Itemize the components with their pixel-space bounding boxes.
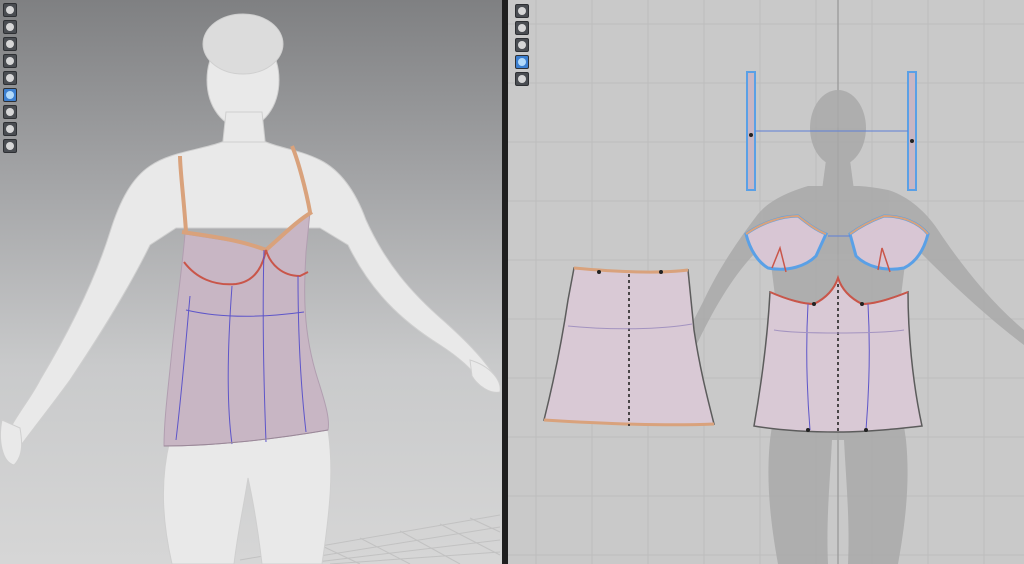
transform-pattern-icon — [518, 7, 526, 15]
pin-icon — [6, 74, 14, 82]
front-body-piece[interactable] — [543, 266, 715, 427]
pattern-canvas — [508, 0, 1024, 564]
edit-point-button[interactable] — [515, 21, 529, 35]
arrange-points-button[interactable] — [3, 37, 17, 51]
lock-button[interactable] — [515, 72, 529, 86]
2d-pattern-viewport[interactable] — [508, 0, 1024, 564]
internal-line-button[interactable] — [515, 55, 529, 69]
simulation-icon — [6, 6, 14, 14]
internal-line-icon — [518, 58, 526, 66]
pin-button[interactable] — [3, 71, 17, 85]
texture-surface-button[interactable] — [3, 88, 17, 102]
avatar-display-button[interactable] — [3, 122, 17, 136]
fold-arrangement-icon — [6, 57, 14, 65]
strap-right[interactable] — [907, 71, 917, 191]
texture-surface-icon — [6, 91, 14, 99]
stretch-map-icon — [6, 108, 14, 116]
simulation-button[interactable] — [3, 3, 17, 17]
edit-point-icon — [518, 24, 526, 32]
strap-left[interactable] — [746, 71, 756, 191]
avatar-scene — [0, 13, 501, 564]
avatar-display-icon — [6, 125, 14, 133]
transform-pattern-button[interactable] — [515, 4, 529, 18]
garment-display-icon — [6, 142, 14, 150]
fold-arrangement-button[interactable] — [3, 54, 17, 68]
arrange-points-icon — [6, 40, 14, 48]
3d-viewport[interactable] — [0, 0, 502, 564]
stretch-map-button[interactable] — [3, 105, 17, 119]
lock-icon — [518, 75, 526, 83]
segment-sewing-button[interactable] — [515, 38, 529, 52]
toolbar-3d — [3, 3, 17, 153]
toolbar-2d — [515, 4, 529, 86]
back-body-piece[interactable] — [753, 274, 923, 433]
segment-sewing-icon — [518, 41, 526, 49]
select-move-button[interactable] — [3, 20, 17, 34]
garment-display-button[interactable] — [3, 139, 17, 153]
select-move-icon — [6, 23, 14, 31]
